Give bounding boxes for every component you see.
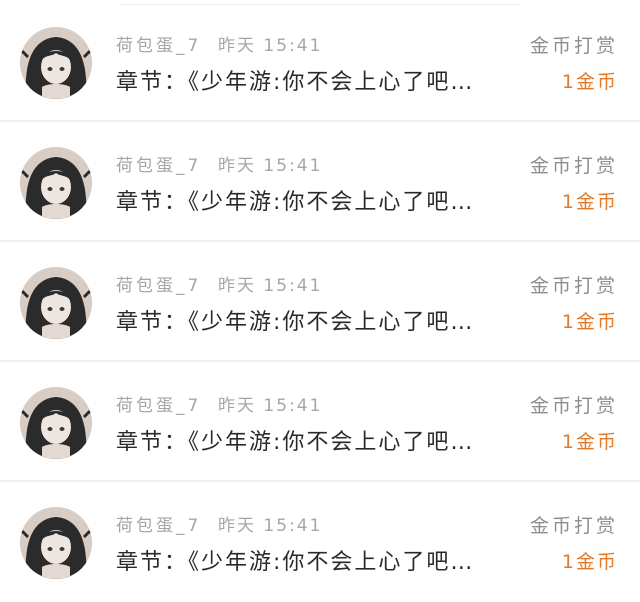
chapter-text[interactable]: 章节：《少年游:你不会上心了吧…	[116, 304, 474, 336]
row-divider	[0, 480, 640, 482]
coin-amount: 1金币	[561, 551, 618, 573]
username[interactable]: 荷包蛋_7	[116, 511, 201, 536]
username[interactable]: 荷包蛋_7	[116, 151, 201, 176]
avatar[interactable]	[20, 147, 92, 219]
chapter-text[interactable]: 章节：《少年游:你不会上心了吧…	[116, 544, 474, 576]
avatar[interactable]	[20, 27, 92, 99]
chapter-text[interactable]: 章节：《少年游:你不会上心了吧…	[116, 64, 474, 96]
list-item[interactable]: 荷包蛋_7 昨天 15:41 章节：《少年游:你不会上心了吧… 金币打赏 1金币	[0, 360, 640, 480]
coin-amount: 1金币	[561, 71, 618, 93]
avatar[interactable]	[20, 267, 92, 339]
timestamp: 昨天 15:41	[218, 36, 323, 56]
username[interactable]: 荷包蛋_7	[116, 271, 201, 296]
coin-tip-label[interactable]: 金币打赏	[530, 391, 618, 418]
list-item[interactable]: 荷包蛋_7 昨天 15:41 章节：《少年游:你不会上心了吧… 金币打赏 1金币	[0, 480, 640, 600]
anime-girl-avatar-icon	[20, 147, 92, 219]
list-item[interactable]: 荷包蛋_7 昨天 15:41 章节：《少年游:你不会上心了吧… 金币打赏 1金币	[0, 0, 640, 120]
timestamp: 昨天 15:41	[218, 276, 323, 296]
avatar[interactable]	[20, 507, 92, 579]
row-divider	[0, 360, 640, 362]
username[interactable]: 荷包蛋_7	[116, 31, 201, 56]
list-item[interactable]: 荷包蛋_7 昨天 15:41 章节：《少年游:你不会上心了吧… 金币打赏 1金币	[0, 120, 640, 240]
timestamp: 昨天 15:41	[218, 156, 323, 176]
anime-girl-avatar-icon	[20, 27, 92, 99]
coin-tip-label[interactable]: 金币打赏	[530, 151, 618, 178]
timestamp: 昨天 15:41	[218, 516, 323, 536]
chapter-text[interactable]: 章节：《少年游:你不会上心了吧…	[116, 424, 474, 456]
coin-amount: 1金币	[561, 191, 618, 213]
coin-tip-label[interactable]: 金币打赏	[530, 31, 618, 58]
coin-amount: 1金币	[561, 431, 618, 453]
reward-record-list: 荷包蛋_7 昨天 15:41 章节：《少年游:你不会上心了吧… 金币打赏 1金币…	[0, 0, 640, 602]
row-divider	[0, 240, 640, 242]
username[interactable]: 荷包蛋_7	[116, 391, 201, 416]
row-divider	[0, 120, 640, 122]
avatar[interactable]	[20, 387, 92, 459]
list-item[interactable]: 荷包蛋_7 昨天 15:41 章节：《少年游:你不会上心了吧… 金币打赏 1金币	[0, 240, 640, 360]
coin-amount: 1金币	[561, 311, 618, 333]
coin-tip-label[interactable]: 金币打赏	[530, 271, 618, 298]
coin-tip-label[interactable]: 金币打赏	[530, 511, 618, 538]
timestamp: 昨天 15:41	[218, 396, 323, 416]
chapter-text[interactable]: 章节：《少年游:你不会上心了吧…	[116, 184, 474, 216]
anime-girl-avatar-icon	[20, 387, 92, 459]
anime-girl-avatar-icon	[20, 267, 92, 339]
anime-girl-avatar-icon	[20, 507, 92, 579]
